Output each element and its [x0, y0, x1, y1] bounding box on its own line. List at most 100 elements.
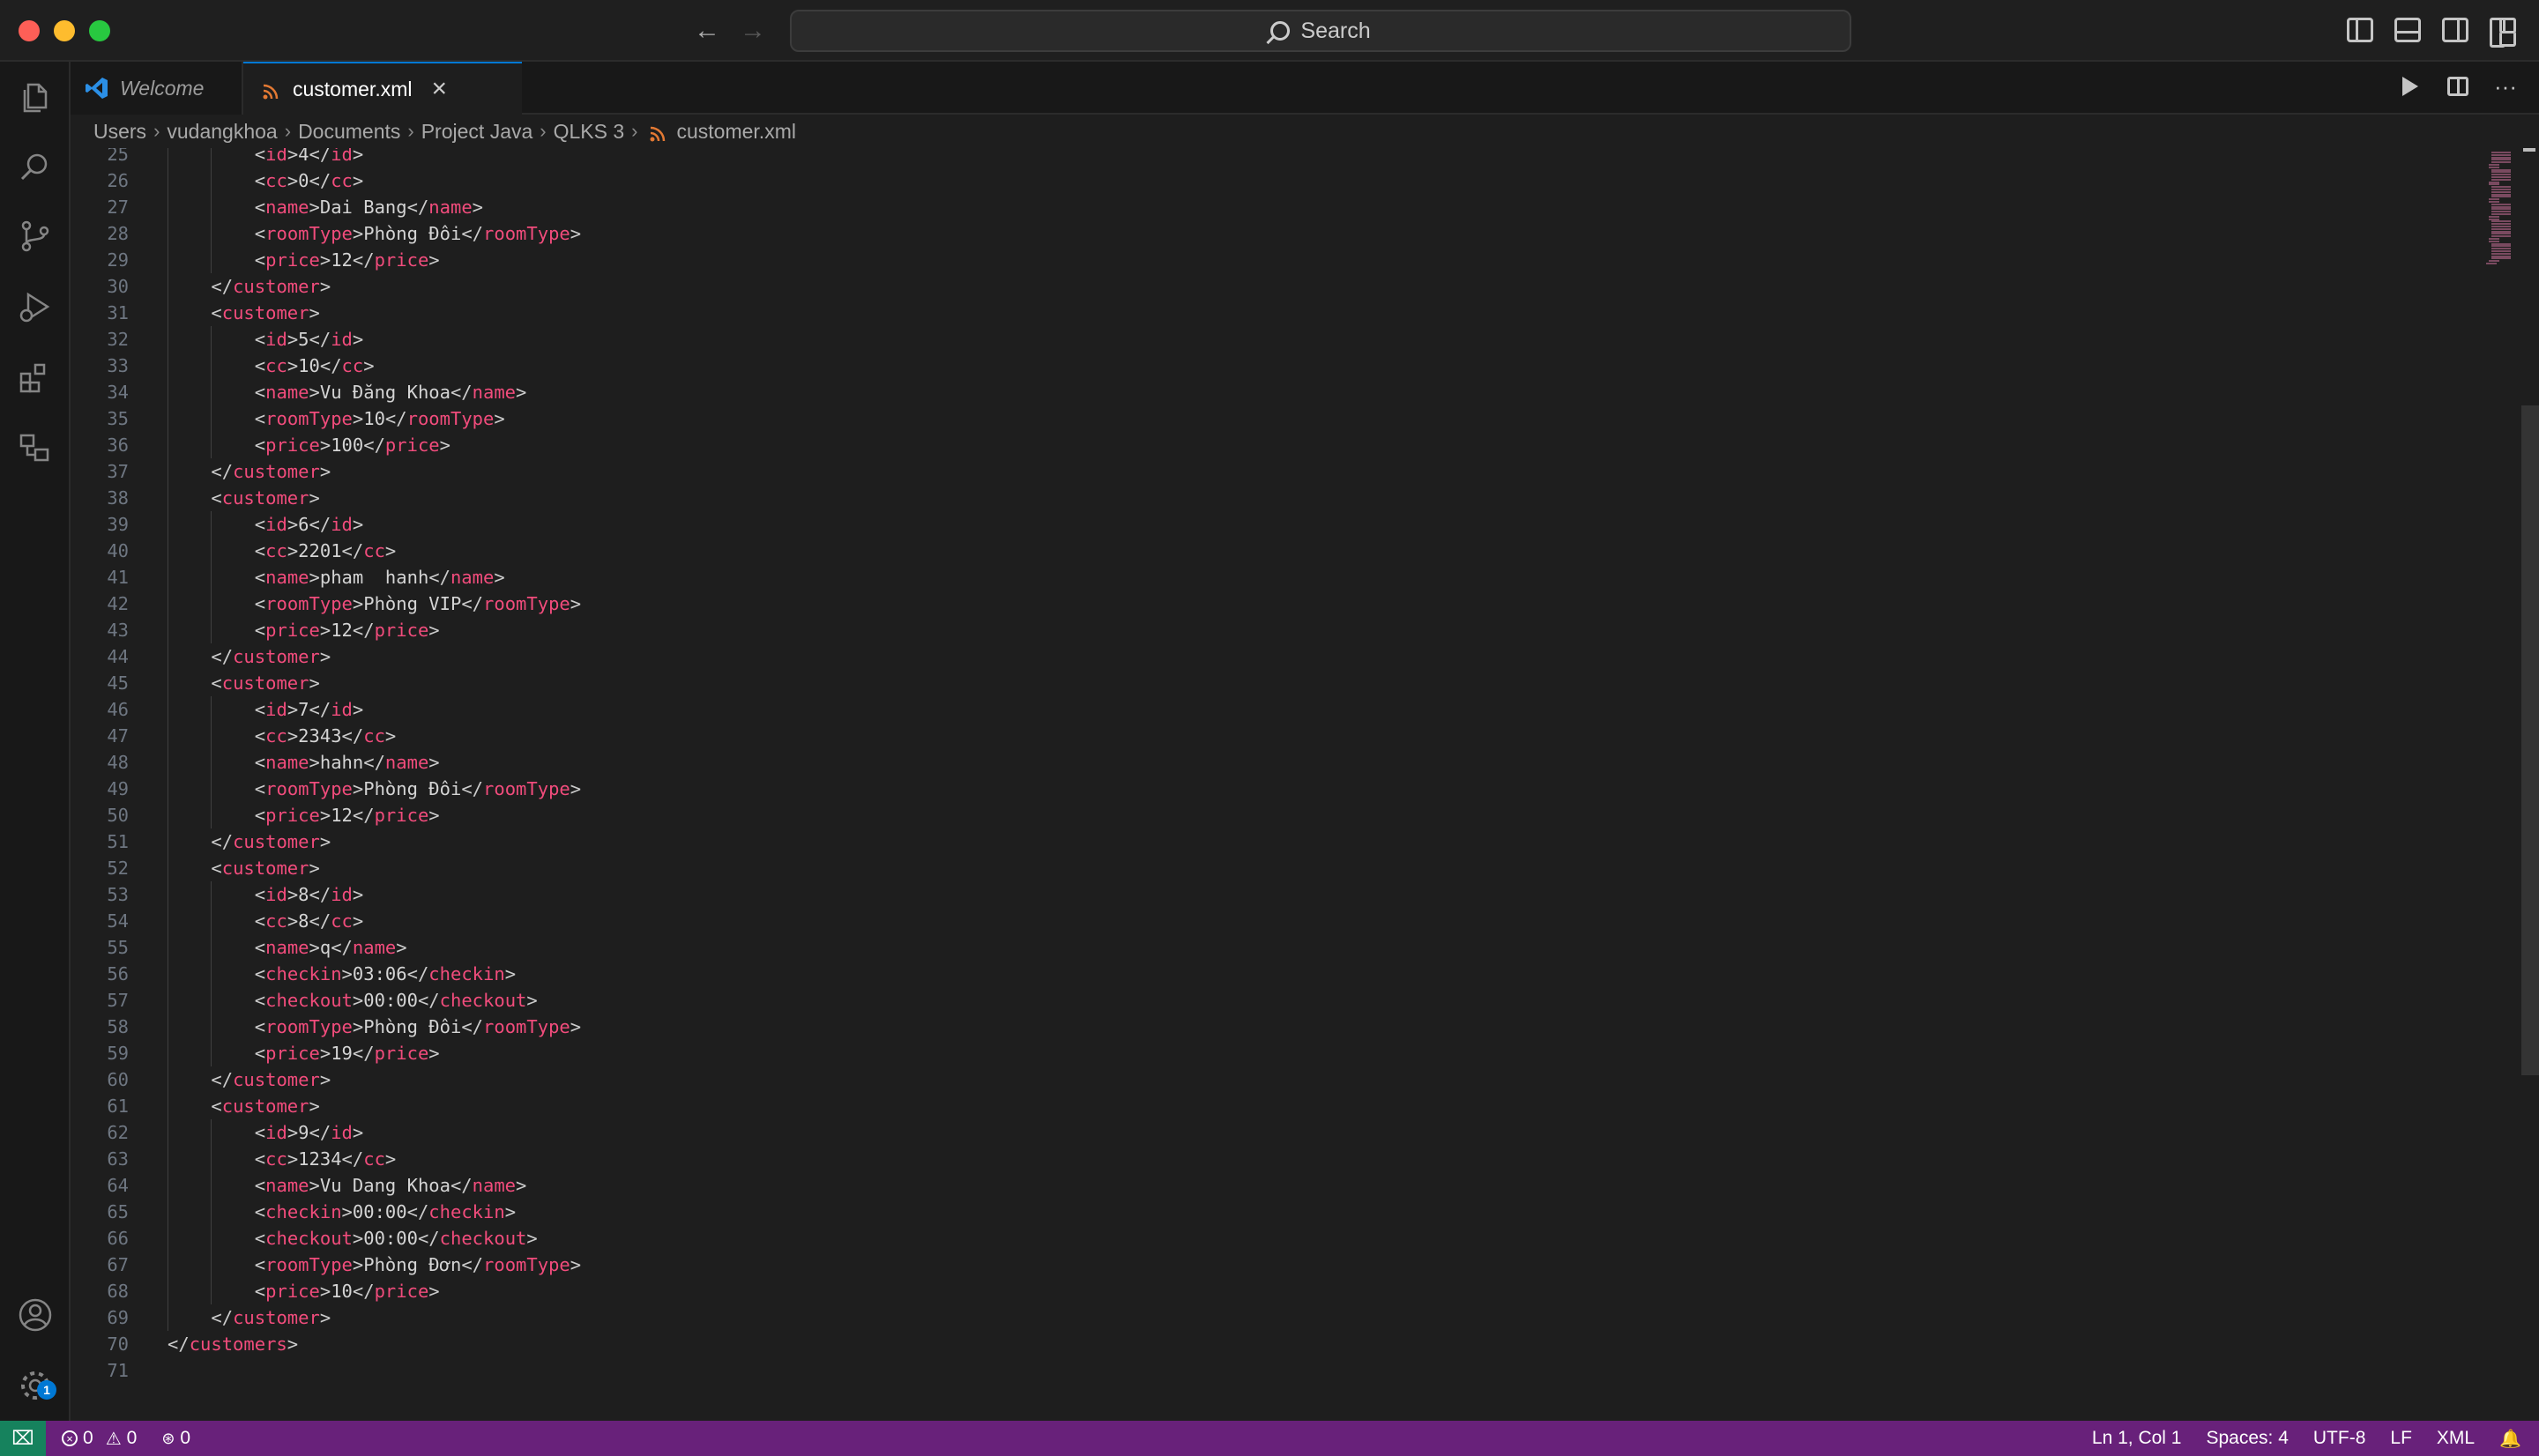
code-line[interactable]: 68 <price>10</price>: [71, 1278, 2451, 1304]
breadcrumb-item[interactable]: vudangkhoa: [167, 120, 277, 144]
code-line[interactable]: 50 <price>12</price>: [71, 802, 2451, 828]
code-line[interactable]: 38 <customer>: [71, 485, 2451, 511]
accounts-icon[interactable]: [16, 1296, 55, 1334]
indent-guide: [211, 1225, 212, 1252]
editor-scrollbar[interactable]: [2521, 405, 2539, 1075]
code-line[interactable]: 60 </customer>: [71, 1066, 2451, 1093]
code-line[interactable]: 65 <checkin>00:00</checkin>: [71, 1199, 2451, 1225]
code-line[interactable]: 25 <id>4</id>: [71, 148, 2451, 167]
remote-connection-icon[interactable]: ⌧: [0, 1421, 46, 1456]
run-file-button[interactable]: [2398, 74, 2423, 99]
window-maximize-button[interactable]: [89, 20, 110, 41]
code-line[interactable]: 43 <price>12</price>: [71, 617, 2451, 643]
code-line[interactable]: 31 <customer>: [71, 300, 2451, 326]
code-line[interactable]: 61 <customer>: [71, 1093, 2451, 1119]
code-line[interactable]: 41 <name>pham hanh</name>: [71, 564, 2451, 591]
code-line[interactable]: 62 <id>9</id>: [71, 1119, 2451, 1146]
breadcrumb-item[interactable]: Project Java: [421, 120, 533, 144]
cursor-position[interactable]: Ln 1, Col 1: [2092, 1428, 2182, 1449]
code-line[interactable]: 57 <checkout>00:00</checkout>: [71, 987, 2451, 1014]
xml-tag: price: [384, 435, 440, 456]
code-line[interactable]: 33 <cc>10</cc>: [71, 353, 2451, 379]
command-center-search[interactable]: Search: [790, 10, 1851, 52]
code-line[interactable]: 58 <roomType>Phòng Đôi</roomType>: [71, 1014, 2451, 1040]
code-line[interactable]: 26 <cc>0</cc>: [71, 167, 2451, 194]
tab-welcome[interactable]: Welcome: [71, 62, 243, 115]
code-text: <roomType>Phòng Đơn</roomType>: [254, 1254, 582, 1275]
forward-arrow-icon[interactable]: →: [735, 14, 771, 48]
ports-indicator[interactable]: ⊛ 0: [161, 1428, 190, 1449]
code-line[interactable]: 28 <roomType>Phòng Đôi</roomType>: [71, 220, 2451, 247]
code-line[interactable]: 69 </customer>: [71, 1304, 2451, 1331]
code-line[interactable]: 51 </customer>: [71, 828, 2451, 855]
minimap-line: [2486, 263, 2497, 264]
code-line[interactable]: 55 <name>q</name>: [71, 934, 2451, 961]
breadcrumb-item[interactable]: QLKS 3: [554, 120, 625, 144]
breadcrumb-item[interactable]: Documents: [298, 120, 400, 144]
code-line[interactable]: 63 <cc>1234</cc>: [71, 1146, 2451, 1172]
code-line[interactable]: 47 <cc>2343</cc>: [71, 723, 2451, 749]
source-control-icon[interactable]: [16, 217, 55, 256]
code-line[interactable]: 53 <id>8</id>: [71, 881, 2451, 908]
code-line[interactable]: 71: [71, 1357, 2451, 1384]
minimap-line: [2491, 235, 2511, 238]
code-line[interactable]: 32 <id>5</id>: [71, 326, 2451, 353]
code-line[interactable]: 52 <customer>: [71, 855, 2451, 881]
code-line[interactable]: 37 </customer>: [71, 458, 2451, 485]
code-line[interactable]: 30 </customer>: [71, 273, 2451, 300]
code-line[interactable]: 40 <cc>2201</cc>: [71, 538, 2451, 564]
toggle-secondary-sidebar-icon[interactable]: [2442, 18, 2468, 42]
back-arrow-icon[interactable]: ←: [689, 14, 725, 48]
code-line[interactable]: 29 <price>12</price>: [71, 247, 2451, 273]
line-number: 54: [107, 910, 129, 932]
code-line[interactable]: 64 <name>Vu Dang Khoa</name>: [71, 1172, 2451, 1199]
toggle-primary-sidebar-icon[interactable]: [2347, 18, 2373, 42]
customize-layout-icon[interactable]: [2490, 18, 2516, 48]
xml-tag: cc: [341, 355, 364, 376]
close-icon[interactable]: ×: [431, 74, 447, 104]
remote-explorer-icon[interactable]: [16, 428, 55, 467]
code-line[interactable]: 66 <checkout>00:00</checkout>: [71, 1225, 2451, 1252]
indentation[interactable]: Spaces: 4: [2206, 1428, 2288, 1449]
code-line[interactable]: 35 <roomType>10</roomType>: [71, 405, 2451, 432]
xml-value: Phòng Đơn: [363, 1254, 462, 1275]
search-view-icon[interactable]: [16, 148, 55, 187]
explorer-icon[interactable]: [16, 78, 55, 116]
line-number: 32: [107, 329, 129, 350]
split-editor-button[interactable]: [2446, 74, 2470, 99]
code-line[interactable]: 54 <cc>8</cc>: [71, 908, 2451, 934]
extensions-icon[interactable]: [16, 358, 55, 397]
breadcrumb-item[interactable]: Users: [93, 120, 146, 144]
code-line[interactable]: 44 </customer>: [71, 643, 2451, 670]
language-mode[interactable]: XML: [2437, 1428, 2475, 1449]
toggle-panel-icon[interactable]: [2394, 18, 2421, 42]
notifications-bell-icon[interactable]: 🔔: [2499, 1428, 2521, 1450]
code-line[interactable]: 70 </customers>: [71, 1331, 2451, 1357]
code-line[interactable]: 42 <roomType>Phòng VIP</roomType>: [71, 591, 2451, 617]
code-line[interactable]: 36 <price>100</price>: [71, 432, 2451, 458]
code-line[interactable]: 34 <name>Vu Đăng Khoa</name>: [71, 379, 2451, 405]
code-editor[interactable]: 25 <id>4</id> 26 <cc>0</cc> 27 <name>Dai Bang…: [71, 148, 2539, 1421]
minimap[interactable]: [2486, 148, 2521, 271]
line-number: 48: [107, 752, 129, 773]
run-debug-icon[interactable]: [16, 287, 55, 326]
code-text: </customer>: [211, 276, 331, 297]
code-line[interactable]: 39 <id>6</id>: [71, 511, 2451, 538]
window-close-button[interactable]: [19, 20, 40, 41]
code-line[interactable]: 56 <checkin>03:06</checkin>: [71, 961, 2451, 987]
more-actions-icon[interactable]: ···: [2493, 73, 2518, 100]
breadcrumb-file[interactable]: customer.xml: [644, 120, 796, 144]
line-number: 27: [107, 197, 129, 218]
end-of-line[interactable]: LF: [2390, 1428, 2412, 1449]
code-line[interactable]: 59 <price>19</price>: [71, 1040, 2451, 1066]
code-line[interactable]: 48 <name>hahn</name>: [71, 749, 2451, 776]
tab-customer-xml[interactable]: customer.xml ×: [243, 62, 522, 115]
code-line[interactable]: 49 <roomType>Phòng Đôi</roomType>: [71, 776, 2451, 802]
code-line[interactable]: 45 <customer>: [71, 670, 2451, 696]
code-line[interactable]: 67 <roomType>Phòng Đơn</roomType>: [71, 1252, 2451, 1278]
code-line[interactable]: 46 <id>7</id>: [71, 696, 2451, 723]
window-minimize-button[interactable]: [54, 20, 75, 41]
encoding[interactable]: UTF-8: [2313, 1428, 2366, 1449]
problems-indicator[interactable]: × 0 ⚠ 0: [62, 1428, 137, 1450]
code-line[interactable]: 27 <name>Dai Bang</name>: [71, 194, 2451, 220]
